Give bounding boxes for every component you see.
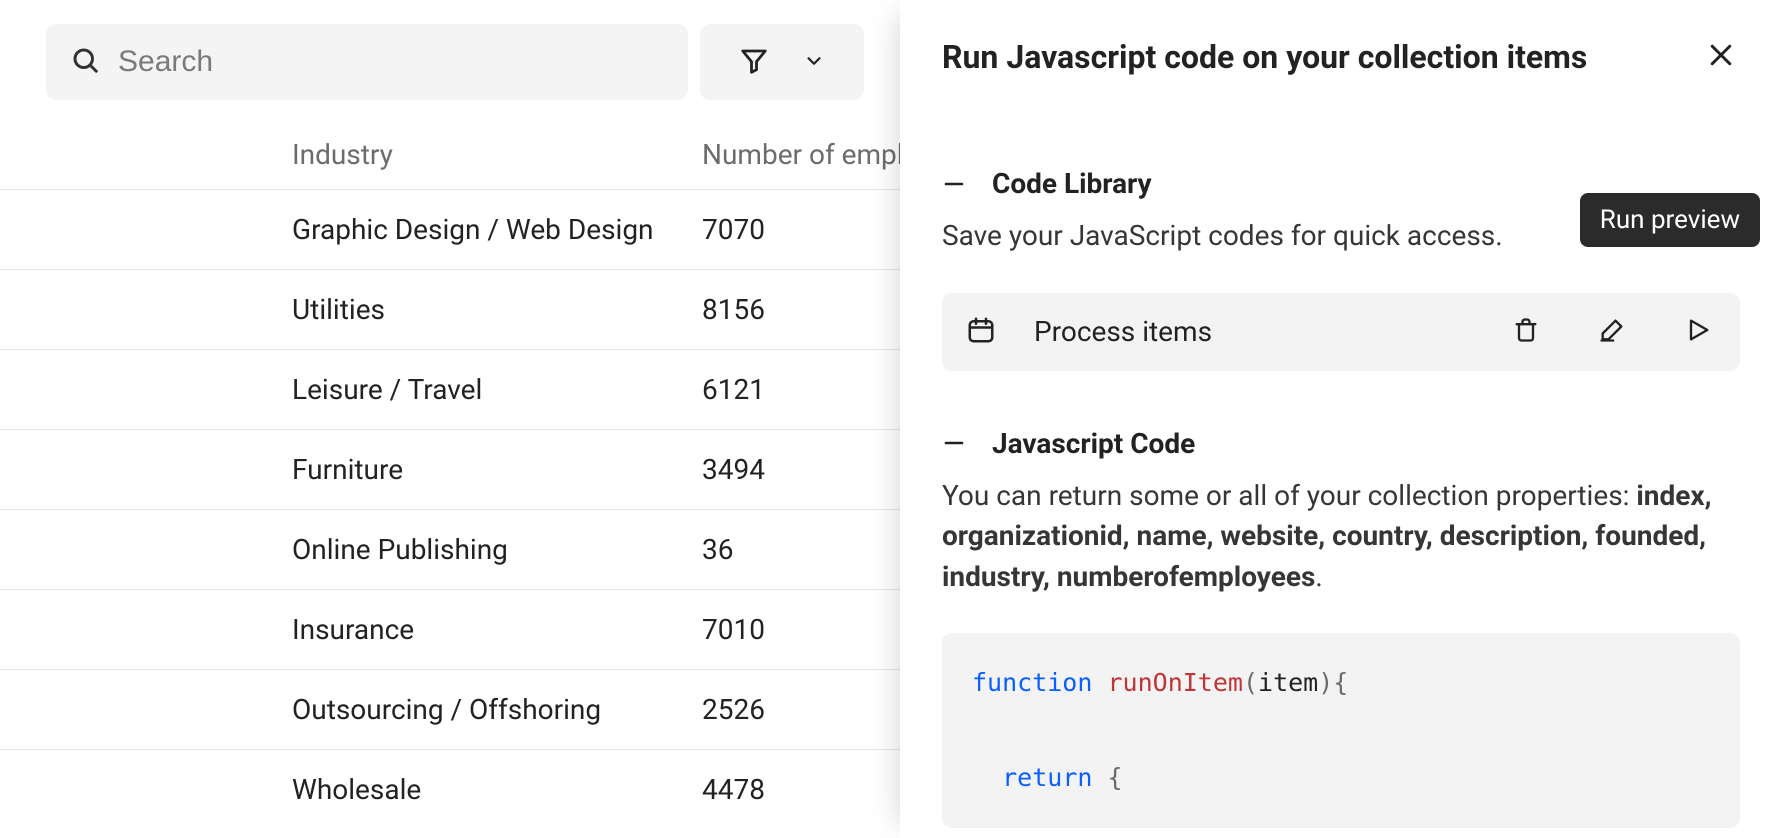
table-body: Graphic Design / Web Design 7070 Utiliti… [0, 189, 910, 829]
cell-employees: 36 [702, 533, 910, 566]
search-input[interactable] [118, 45, 664, 79]
code-editor[interactable]: function runOnItem(item){ return { [942, 633, 1740, 828]
trash-icon [1512, 316, 1540, 347]
column-header-industry[interactable]: Industry [292, 138, 702, 171]
close-icon [1706, 58, 1736, 73]
filter-icon [739, 46, 769, 79]
cell-industry: Online Publishing [292, 533, 702, 566]
chevron-down-icon [803, 50, 825, 75]
section-title-code-library: Code Library [992, 167, 1152, 200]
toolbar [0, 0, 910, 100]
cell-industry: Insurance [292, 613, 702, 646]
close-button[interactable] [1702, 36, 1740, 77]
table-row[interactable]: Outsourcing / Offshoring 2526 [0, 669, 910, 749]
filter-button[interactable] [700, 24, 864, 100]
table-row[interactable]: Insurance 7010 [0, 589, 910, 669]
run-button[interactable] [1680, 312, 1716, 351]
cell-industry: Leisure / Travel [292, 373, 702, 406]
table-row[interactable]: Graphic Design / Web Design 7070 [0, 189, 910, 269]
javascript-code-desc: You can return some or all of your colle… [942, 476, 1740, 598]
cell-industry: Outsourcing / Offshoring [292, 693, 702, 726]
play-icon [1684, 316, 1712, 347]
table-row[interactable]: Online Publishing 36 [0, 509, 910, 589]
table-row[interactable]: Utilities 8156 [0, 269, 910, 349]
cell-industry: Wholesale [292, 773, 702, 806]
section-heading: Javascript Code [942, 427, 1740, 460]
section-javascript-code: Javascript Code You can return some or a… [942, 427, 1740, 828]
edit-icon [1598, 316, 1626, 347]
library-item-name: Process items [1034, 315, 1470, 348]
table-header: Industry Number of empl [0, 138, 910, 189]
cell-employees: 3494 [702, 453, 910, 486]
table-row[interactable]: Furniture 3494 [0, 429, 910, 509]
cell-employees: 6121 [702, 373, 910, 406]
delete-button[interactable] [1508, 312, 1544, 351]
collapse-icon[interactable] [942, 431, 966, 455]
cell-employees: 7070 [702, 213, 910, 246]
section-title-javascript-code: Javascript Code [992, 427, 1195, 460]
collapse-icon[interactable] [942, 172, 966, 196]
column-header-employees[interactable]: Number of empl [702, 138, 910, 171]
search-icon [70, 45, 100, 79]
section-code-library: Code Library Save your JavaScript codes … [942, 167, 1740, 371]
cell-employees: 7010 [702, 613, 910, 646]
tooltip-run-preview: Run preview [1580, 193, 1760, 247]
edit-button[interactable] [1594, 312, 1630, 351]
cell-employees: 2526 [702, 693, 910, 726]
library-item-actions [1508, 312, 1716, 351]
side-panel: Run Javascript code on your collection i… [900, 0, 1782, 838]
cell-industry: Graphic Design / Web Design [292, 213, 702, 246]
library-item[interactable]: Process items [942, 293, 1740, 371]
cell-industry: Utilities [292, 293, 702, 326]
cell-employees: 8156 [702, 293, 910, 326]
data-table: Industry Number of empl Graphic Design /… [0, 138, 910, 829]
cell-employees: 4478 [702, 773, 910, 806]
panel-title: Run Javascript code on your collection i… [942, 38, 1587, 76]
panel-header: Run Javascript code on your collection i… [942, 36, 1740, 77]
table-row[interactable]: Leisure / Travel 6121 [0, 349, 910, 429]
search-box[interactable] [46, 24, 688, 100]
left-pane: Industry Number of empl Graphic Design /… [0, 0, 910, 838]
cell-industry: Furniture [292, 453, 702, 486]
calendar-icon [966, 315, 996, 349]
table-row[interactable]: Wholesale 4478 [0, 749, 910, 829]
